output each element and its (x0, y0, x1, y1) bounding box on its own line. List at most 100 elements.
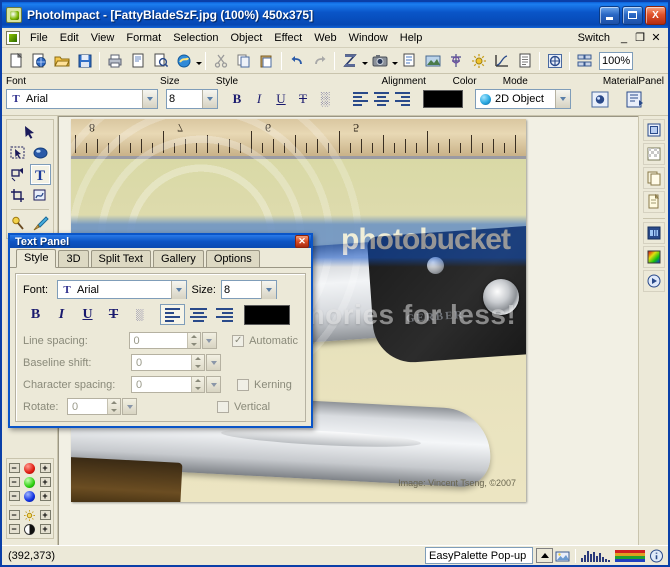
tp-align-center-button[interactable] (186, 304, 211, 325)
minus-icon[interactable]: − (8, 491, 20, 501)
text-panel-titlebar[interactable]: Text Panel ✕ (10, 235, 311, 248)
crop-tool[interactable] (8, 185, 29, 206)
new-object-icon[interactable] (642, 191, 665, 213)
spinner-arrows[interactable] (191, 355, 204, 370)
browser-dropdown-arrow[interactable] (195, 50, 202, 71)
minus-icon[interactable]: − (8, 510, 20, 520)
character-spacing-dropdown[interactable] (206, 376, 221, 393)
new-file-icon[interactable] (5, 50, 26, 71)
image-effect-icon[interactable] (422, 50, 443, 71)
text-tool[interactable]: T (30, 164, 51, 185)
print-icon[interactable] (104, 50, 125, 71)
minimize-button[interactable] (599, 5, 620, 25)
menu-object[interactable]: Object (224, 30, 268, 46)
tab-style[interactable]: Style (16, 249, 57, 268)
chevron-down-icon[interactable] (171, 280, 186, 299)
brightness-icon[interactable] (468, 50, 489, 71)
info-icon[interactable] (647, 547, 666, 564)
plus-icon[interactable]: + (39, 491, 51, 501)
menu-web[interactable]: Web (308, 30, 342, 46)
chevron-down-icon[interactable] (142, 90, 157, 108)
menu-view[interactable]: View (85, 30, 121, 46)
cut-icon[interactable] (210, 50, 231, 71)
red-channel[interactable]: − + (8, 461, 52, 475)
menu-format[interactable]: Format (120, 30, 167, 46)
beautify-icon[interactable] (445, 50, 466, 71)
mdi-minimize-button[interactable]: _ (616, 30, 632, 45)
chevron-down-icon[interactable] (555, 90, 570, 108)
easypalette-icon[interactable] (642, 222, 665, 244)
mdi-close-button[interactable]: ✕ (648, 30, 664, 45)
contrast-control[interactable]: − + (8, 522, 52, 536)
paintbrush-tool[interactable] (30, 213, 51, 234)
page-setup-icon[interactable] (150, 50, 171, 71)
tp-strikethrough-button[interactable]: T (101, 304, 126, 325)
minus-icon[interactable]: − (8, 463, 20, 473)
minus-icon[interactable]: − (8, 524, 20, 534)
align-objects-icon[interactable] (574, 50, 595, 71)
font-size-select[interactable]: 8 (166, 89, 218, 109)
camera-icon[interactable] (369, 50, 390, 71)
line-spacing-input[interactable]: 0 (128, 332, 201, 349)
transform-dropdown-arrow[interactable] (361, 50, 368, 71)
tp-font-size-select[interactable]: 8 (221, 280, 277, 299)
easypalette-toggle-icon[interactable] (536, 548, 553, 563)
panel-icon[interactable] (624, 89, 645, 109)
blue-channel[interactable]: − + (8, 489, 52, 503)
rotate-dropdown[interactable] (122, 398, 137, 415)
text-panel-close-button[interactable]: ✕ (295, 235, 309, 248)
align-center-button[interactable] (371, 89, 392, 109)
copy-icon[interactable] (233, 50, 254, 71)
kerning-checkbox[interactable] (237, 378, 249, 391)
crop-icon[interactable] (399, 50, 420, 71)
transform-tool[interactable] (8, 164, 29, 185)
pick-tool[interactable] (19, 122, 40, 143)
save-icon[interactable] (74, 50, 95, 71)
easypalette-popup-field[interactable]: EasyPalette Pop-up (425, 547, 533, 564)
text-color-swatch[interactable] (423, 90, 463, 108)
menu-selection[interactable]: Selection (167, 30, 224, 46)
baseline-shift-dropdown[interactable] (206, 354, 221, 371)
menu-help[interactable]: Help (394, 30, 429, 46)
align-right-button[interactable] (392, 89, 413, 109)
tab-gallery[interactable]: Gallery (152, 250, 204, 267)
brightness-control[interactable]: − + (8, 508, 52, 522)
plus-icon[interactable]: + (39, 463, 51, 473)
material-icon[interactable] (589, 89, 610, 109)
fill-icon[interactable] (544, 50, 565, 71)
tab-options[interactable]: Options (205, 250, 260, 267)
menu-effect[interactable]: Effect (268, 30, 308, 46)
menu-window[interactable]: Window (343, 30, 394, 46)
align-left-button[interactable] (350, 89, 371, 109)
transparency-panel-icon[interactable] (642, 143, 665, 165)
maximize-button[interactable] (622, 5, 643, 25)
spinner-arrows[interactable] (107, 399, 120, 414)
text-panel-dialog[interactable]: Text Panel ✕ Style 3D Split Text Gallery… (8, 233, 313, 428)
strikethrough-button[interactable]: T (292, 89, 314, 109)
undo-icon[interactable] (286, 50, 307, 71)
automatic-checkbox[interactable]: ✓ (232, 334, 245, 347)
curve-icon[interactable] (491, 50, 512, 71)
italic-button[interactable]: I (248, 89, 270, 109)
close-button[interactable]: X (645, 5, 666, 25)
menu-file[interactable]: File (24, 30, 54, 46)
green-channel[interactable]: − + (8, 475, 52, 489)
duplicate-panel-icon[interactable] (642, 167, 665, 189)
menu-edit[interactable]: Edit (54, 30, 85, 46)
switch-label[interactable]: Switch (572, 32, 616, 44)
magic-wand-tool[interactable] (8, 213, 29, 234)
quick-command-icon[interactable] (642, 270, 665, 292)
redo-icon[interactable] (309, 50, 330, 71)
transform-icon[interactable] (339, 50, 360, 71)
spinner-arrows[interactable] (186, 333, 200, 348)
zoom-level-input[interactable]: 100% (599, 51, 633, 70)
selection-tool[interactable] (8, 143, 29, 164)
tab-split-text[interactable]: Split Text (90, 250, 151, 267)
histogram-icon[interactable] (579, 547, 613, 564)
underline-button[interactable]: U (270, 89, 292, 109)
plus-icon[interactable]: + (39, 510, 51, 520)
mode-select[interactable]: 2D Object (475, 89, 571, 109)
tab-3d[interactable]: 3D (58, 250, 89, 267)
plus-icon[interactable]: + (39, 477, 51, 487)
mdi-restore-button[interactable]: ❐ (632, 30, 648, 45)
